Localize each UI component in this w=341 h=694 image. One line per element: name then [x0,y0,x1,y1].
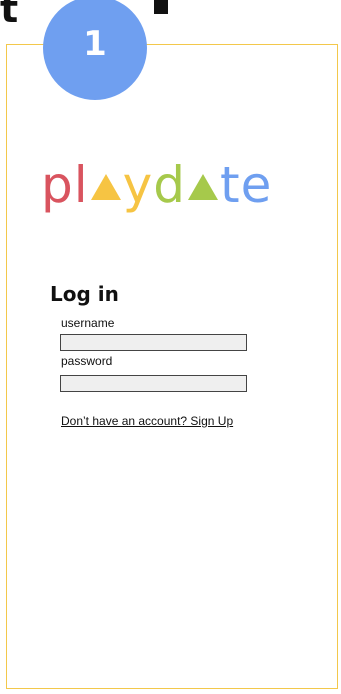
screen-frame [6,44,338,689]
username-input[interactable] [60,334,247,351]
logo-triangle-a [188,174,218,200]
logo-letter: e [240,156,273,214]
cropped-heading-fragment: t [0,0,19,31]
username-label: username [61,316,115,330]
logo-letter: l [73,156,89,214]
step-number: 1 [83,24,107,64]
cropped-black-block [154,0,168,14]
password-label: password [61,354,113,368]
password-input[interactable] [60,375,247,392]
signup-link[interactable]: Don’t have an account? Sign Up [61,414,233,428]
page: t 1 plydte Log in username password Don’… [0,0,341,694]
logo-letter: y [122,156,154,214]
logo-letter: d [153,156,186,214]
logo-triangle-a [90,174,121,200]
logo-letter: p [41,156,74,214]
playdate-logo: plydte [41,160,272,220]
logo-letter: t [220,156,241,214]
step-number-badge: 1 [43,0,147,100]
login-title: Log in [50,282,119,306]
